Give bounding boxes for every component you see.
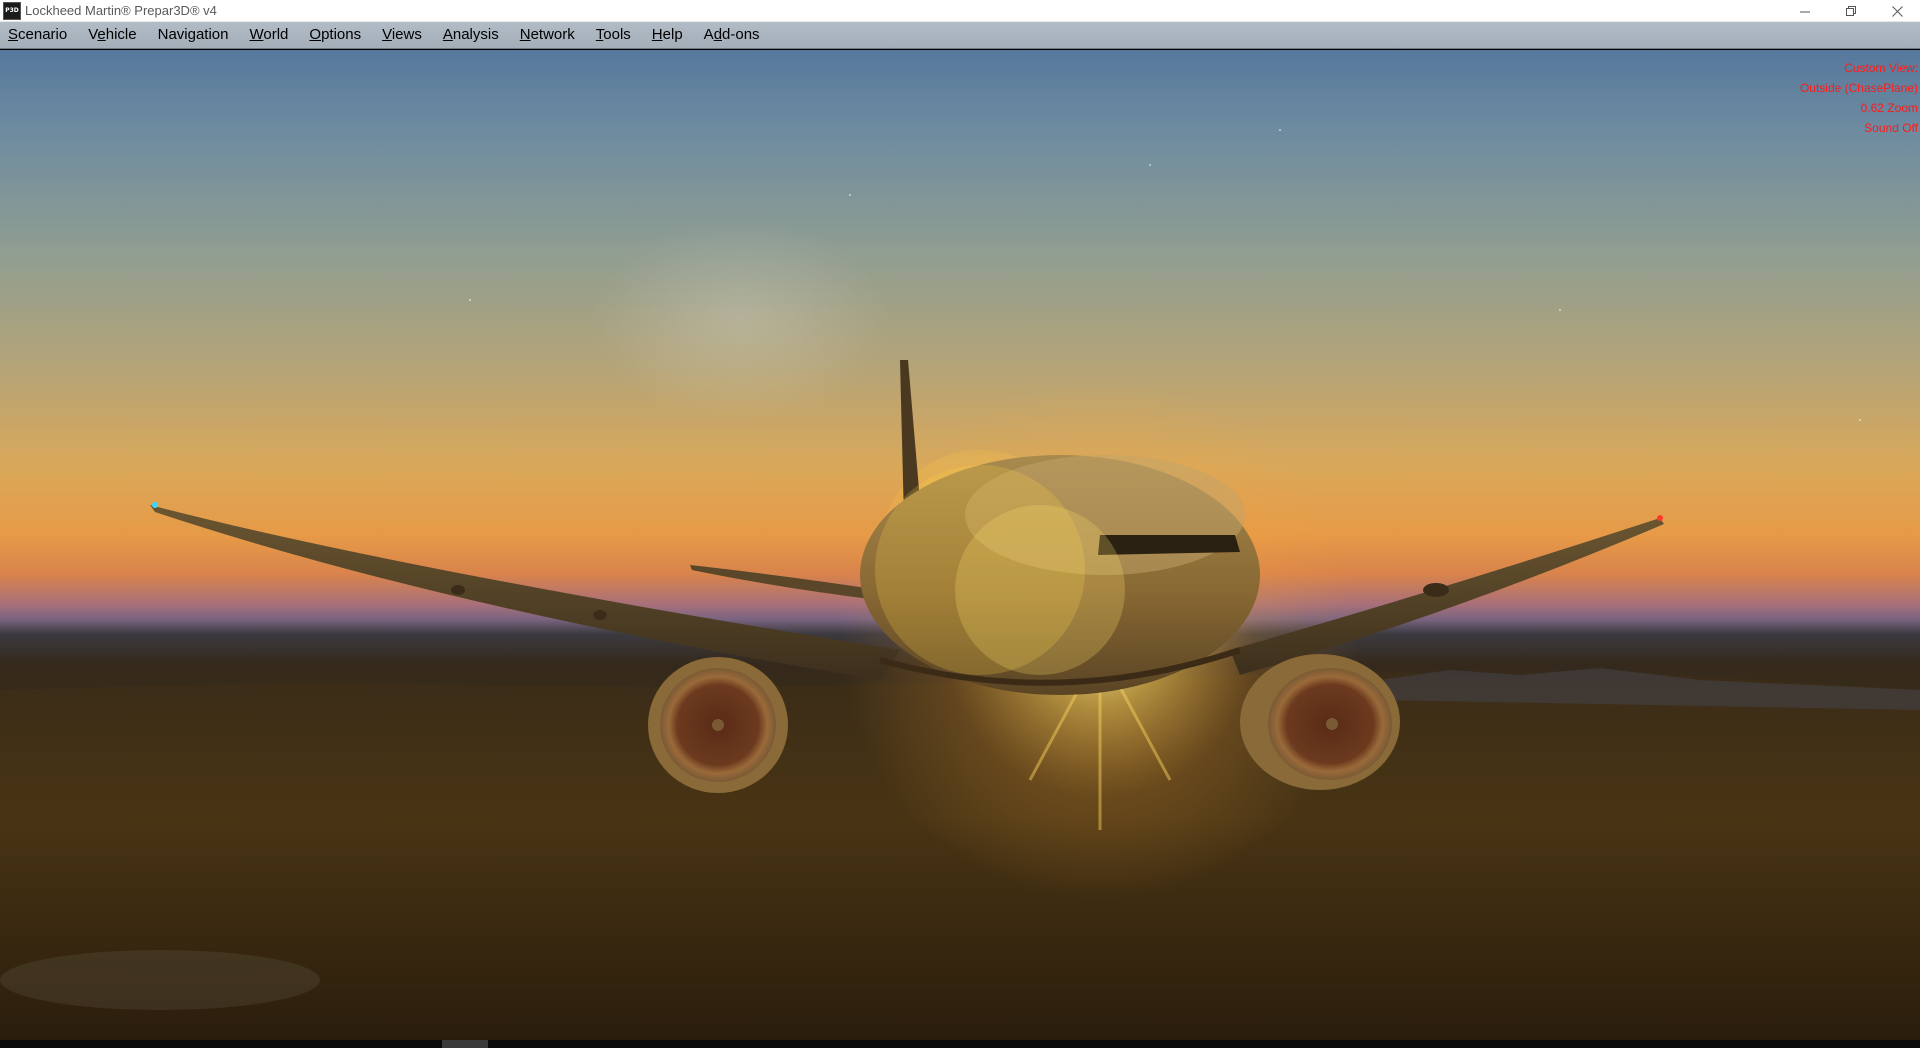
menu-network[interactable]: Network (514, 23, 581, 47)
hud-sound: Sound Off (1864, 121, 1918, 135)
menu-options[interactable]: Options (303, 23, 367, 47)
window-controls (1782, 0, 1920, 22)
scene-render (0, 129, 1920, 1040)
restore-icon (1845, 5, 1856, 16)
menu-help[interactable]: Help (646, 23, 689, 47)
hud-view-mode: Outside (ChasePlane) (1799, 81, 1918, 95)
menu-tools[interactable]: Tools (590, 23, 637, 47)
hud-overlay: Custom View: Outside (ChasePlane) 0.62 Z… (1800, 58, 1918, 138)
menu-views[interactable]: Views (376, 23, 428, 47)
close-icon (1891, 5, 1903, 17)
menu-navigation[interactable]: Navigation (152, 23, 235, 47)
simulator-viewport[interactable]: Custom View: Outside (ChasePlane) 0.62 Z… (0, 50, 1920, 1040)
hud-view-label: Custom View: (1844, 61, 1918, 75)
menu-add-ons[interactable]: Add-ons (698, 23, 766, 47)
menu-bar: Scenario Vehicle Navigation World Option… (0, 22, 1920, 49)
menu-world[interactable]: World (244, 23, 295, 47)
window-titlebar[interactable]: P3D Lockheed Martin® Prepar3D® v4 (0, 0, 1920, 22)
menu-analysis[interactable]: Analysis (437, 23, 505, 47)
bottom-tab[interactable] (442, 1040, 488, 1048)
minimize-button[interactable] (1782, 0, 1828, 22)
window-title: Lockheed Martin® Prepar3D® v4 (25, 3, 217, 18)
menu-scenario[interactable]: Scenario (2, 23, 73, 47)
minimize-icon (1799, 11, 1810, 12)
restore-button[interactable] (1828, 0, 1874, 22)
app-icon: P3D (3, 1, 21, 20)
close-button[interactable] (1874, 0, 1920, 22)
menu-vehicle[interactable]: Vehicle (82, 23, 142, 47)
bottom-strip (0, 1040, 1920, 1048)
hud-zoom: 0.62 Zoom (1860, 101, 1918, 115)
